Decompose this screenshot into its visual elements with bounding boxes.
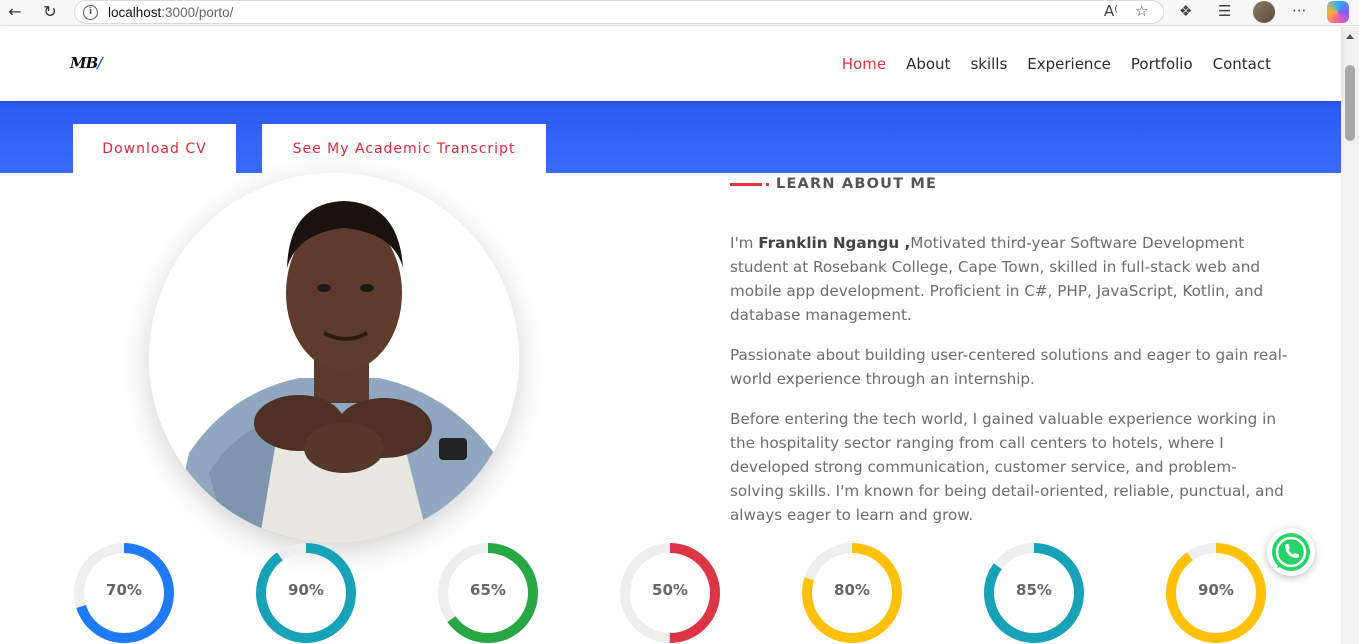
- about-text: I'm Franklin Ngangu ,Motivated third-yea…: [730, 231, 1290, 543]
- site-header: MB/ Home About skills Experience Portfol…: [0, 27, 1341, 101]
- about-paragraph-3: Before entering the tech world, I gained…: [730, 410, 1284, 524]
- page-scrollbar[interactable]: [1341, 27, 1359, 644]
- about-paragraph-1: I'm Franklin Ngangu ,Motivated third-yea…: [730, 234, 1264, 324]
- skill-ring: 65%: [438, 543, 538, 643]
- nav-skills[interactable]: skills: [970, 55, 1007, 73]
- skill-percent-label: 90%: [288, 581, 324, 599]
- copilot-icon[interactable]: [1327, 1, 1349, 23]
- skill-ring: 70%: [74, 543, 174, 643]
- whatsapp-button[interactable]: [1267, 528, 1315, 576]
- scroll-up-icon[interactable]: [1346, 34, 1354, 39]
- back-icon[interactable]: ←: [5, 1, 25, 21]
- skill-percent-label: 50%: [652, 581, 688, 599]
- skill-ring: 85%: [984, 543, 1084, 643]
- skill-percent-label: 80%: [834, 581, 870, 599]
- nav-portfolio[interactable]: Portfolio: [1131, 55, 1193, 73]
- nav-about[interactable]: About: [906, 55, 950, 73]
- download-cv-button[interactable]: Download CV: [73, 124, 236, 173]
- skill-ring: 90%: [256, 543, 356, 643]
- about-name: Franklin Ngangu ,: [758, 234, 911, 252]
- heading-accent-line: [730, 182, 762, 186]
- skill-percent-label: 70%: [106, 581, 142, 599]
- skill-percent-label: 90%: [1198, 581, 1234, 599]
- heading-accent-dot: [766, 182, 769, 186]
- whatsapp-icon: [1272, 533, 1310, 571]
- site-logo[interactable]: MB/: [70, 54, 103, 72]
- about-paragraph-2: Passionate about building user-centered …: [730, 346, 1288, 388]
- favorite-star-icon[interactable]: ☆: [1135, 2, 1148, 20]
- about-heading: LEARN ABOUT ME: [730, 176, 937, 192]
- refresh-icon[interactable]: ↻: [40, 1, 60, 21]
- main-nav: Home About skills Experience Portfolio C…: [842, 55, 1271, 73]
- address-bar[interactable]: i localhost:3000/porto/: [74, 0, 1164, 24]
- nav-experience[interactable]: Experience: [1027, 55, 1111, 73]
- more-icon[interactable]: ···: [1292, 2, 1306, 20]
- about-title: LEARN ABOUT ME: [776, 176, 938, 192]
- site-info-icon[interactable]: i: [83, 4, 98, 20]
- skill-ring: 50%: [620, 543, 720, 643]
- profile-avatar[interactable]: [1253, 1, 1275, 23]
- skill-percent-label: 85%: [1016, 581, 1052, 599]
- transcript-button[interactable]: See My Academic Transcript: [262, 124, 546, 173]
- skill-ring: 90%: [1166, 543, 1266, 643]
- skill-ring: 80%: [802, 543, 902, 643]
- url-text: localhost:3000/porto/: [108, 4, 234, 20]
- nav-contact[interactable]: Contact: [1213, 55, 1271, 73]
- profile-photo: [149, 173, 519, 543]
- browser-toolbar: ← ↻ i localhost:3000/porto/ A⁽ ☆ ❖ ☰ ···: [0, 0, 1359, 26]
- favorites-icon[interactable]: ☰: [1218, 2, 1231, 20]
- nav-home[interactable]: Home: [842, 55, 886, 73]
- scroll-thumb[interactable]: [1345, 65, 1355, 141]
- extensions-icon[interactable]: ❖: [1179, 2, 1192, 20]
- skill-percent-label: 65%: [470, 581, 506, 599]
- read-aloud-icon[interactable]: A⁽: [1104, 2, 1118, 20]
